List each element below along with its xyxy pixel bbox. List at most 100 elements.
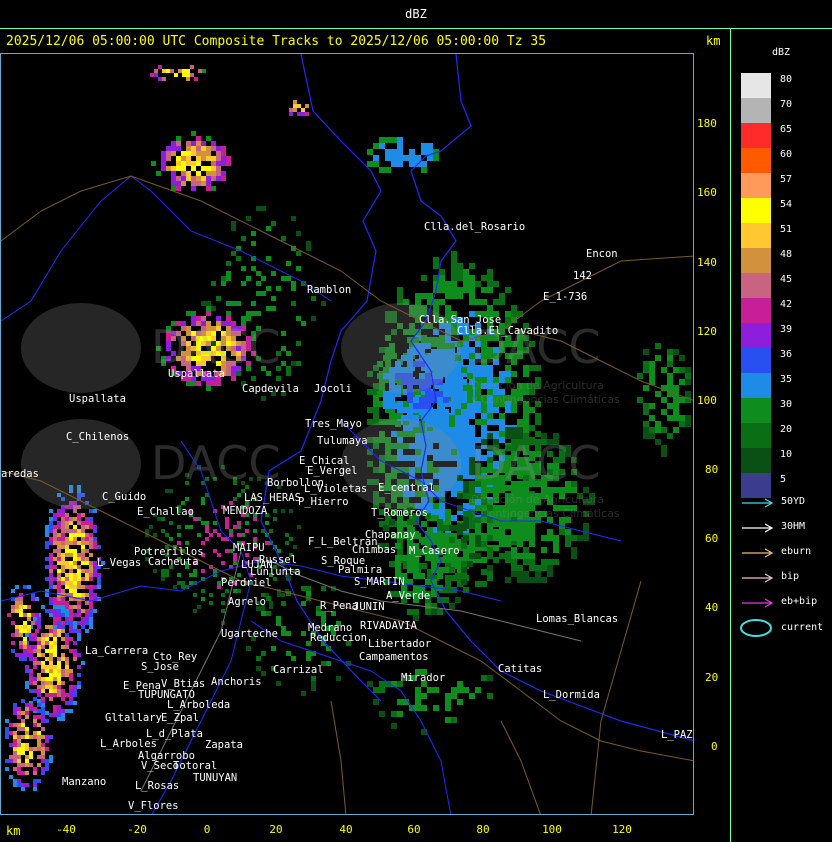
radar-echo-cell — [41, 677, 45, 681]
radar-echo-cell — [69, 613, 73, 617]
radar-echo-cell — [158, 65, 162, 69]
radar-echo-cell — [25, 707, 29, 711]
radar-echo-cell — [37, 709, 41, 713]
radar-echo-cell — [37, 685, 41, 689]
radar-echo-cell — [35, 621, 39, 625]
radar-echo-cell — [511, 571, 517, 577]
radar-echo-cell — [685, 373, 691, 379]
radar-echo-cell — [73, 529, 77, 533]
radar-echo-cell — [77, 609, 81, 613]
radar-echo-cell — [281, 593, 285, 597]
map-place-label: C_Guido — [102, 491, 146, 503]
radar-echo-cell — [69, 609, 73, 613]
radar-echo-cell — [73, 581, 77, 585]
map-place-label: Encon — [586, 248, 618, 260]
radar-echo-cell — [209, 533, 213, 537]
radar-echo-cell — [397, 699, 403, 705]
radar-map[interactable]: DACC DACC DACC DACC Dirección de Agricultura… — [0, 53, 694, 815]
radar-echo-cell — [25, 731, 29, 735]
radar-echo-cell — [57, 545, 61, 549]
radar-echo-cell — [667, 415, 673, 421]
radar-echo-cell — [419, 537, 425, 543]
radar-echo-cell — [407, 561, 413, 567]
radar-echo-cell — [481, 299, 487, 305]
radar-echo-cell — [297, 525, 301, 529]
legend-swatch — [741, 298, 771, 323]
radar-echo-cell — [61, 625, 65, 629]
radar-echo-cell — [225, 517, 229, 521]
radar-echo-cell — [306, 656, 311, 661]
radar-echo-cell — [269, 601, 273, 605]
map-place-label: E_Zpal — [161, 712, 199, 724]
radar-echo-cell — [463, 347, 469, 353]
radar-echo-cell — [241, 281, 246, 286]
radar-echo-cell — [25, 703, 29, 707]
radar-echo-cell — [25, 633, 29, 637]
radar-echo-cell — [673, 427, 679, 433]
radar-echo-cell — [25, 747, 29, 751]
radar-echo-cell — [57, 553, 61, 557]
radar-echo-cell — [77, 681, 81, 685]
radar-echo-cell — [45, 681, 49, 685]
radar-echo-cell — [89, 517, 93, 521]
radar-echo-cell — [53, 637, 57, 641]
map-place-label: Catitas — [498, 663, 542, 675]
radar-echo-cell — [29, 673, 33, 677]
radar-echo-cell — [481, 581, 487, 587]
radar-echo-cell — [385, 137, 391, 143]
radar-echo-cell — [367, 149, 373, 155]
radar-echo-cell — [97, 585, 101, 589]
radar-echo-cell — [37, 641, 41, 645]
radar-echo-cell — [481, 413, 487, 419]
radar-echo-cell — [161, 569, 165, 573]
radar-echo-cell — [186, 77, 190, 81]
radar-echo-cell — [523, 523, 529, 529]
radar-echo-cell — [517, 541, 523, 547]
radar-echo-cell — [89, 553, 93, 557]
radar-echo-cell — [231, 226, 236, 231]
radar-echo-cell — [286, 351, 291, 356]
radar-echo-cell — [77, 613, 81, 617]
radar-echo-cell — [395, 561, 401, 567]
radar-echo-cell — [45, 685, 49, 689]
radar-echo-cell — [69, 621, 73, 625]
radar-echo-cell — [421, 705, 427, 711]
radar-echo-cell — [57, 681, 61, 685]
radar-echo-cell — [449, 421, 455, 427]
radar-echo-cell — [571, 547, 577, 553]
radar-echo-cell — [529, 425, 535, 431]
radar-echo-cell — [201, 156, 206, 161]
radar-echo-cell — [685, 391, 691, 397]
radar-echo-cell — [65, 521, 69, 525]
radar-echo-cell — [27, 625, 31, 629]
radar-echo-cell — [451, 275, 457, 281]
radar-echo-cell — [281, 509, 285, 513]
radar-echo-cell — [289, 537, 293, 541]
radar-echo-cell — [49, 673, 53, 677]
radar-map-canvas[interactable]: DACC DACCDACC DACCDirección de Agricultura… — [1, 54, 694, 815]
radar-echo-cell — [176, 181, 181, 186]
x-tick-label: 80 — [476, 823, 490, 836]
radar-echo-cell — [301, 586, 306, 591]
radar-echo-cell — [49, 697, 53, 701]
radar-echo-cell — [77, 521, 81, 525]
radar-echo-cell — [57, 513, 61, 517]
radar-echo-cell — [37, 677, 41, 681]
map-place-label: Reduccion — [310, 632, 367, 644]
radar-echo-cell — [57, 537, 61, 541]
radar-echo-cell — [216, 151, 221, 156]
radar-echo-cell — [673, 403, 679, 409]
track-type-label: 30HM — [781, 521, 806, 532]
radar-echo-cell — [256, 656, 261, 661]
radar-echo-cell — [57, 533, 61, 537]
radar-echo-cell — [176, 141, 181, 146]
radar-echo-cell — [583, 535, 589, 541]
radar-echo-cell — [158, 77, 162, 81]
radar-echo-cell — [206, 186, 211, 191]
radar-echo-cell — [186, 156, 191, 161]
radar-echo-cell — [65, 637, 69, 641]
radar-echo-cell — [61, 709, 65, 713]
radar-echo-cell — [433, 305, 439, 311]
radar-echo-cell — [186, 176, 191, 181]
map-place-label: LAS_HERAS — [244, 492, 301, 504]
